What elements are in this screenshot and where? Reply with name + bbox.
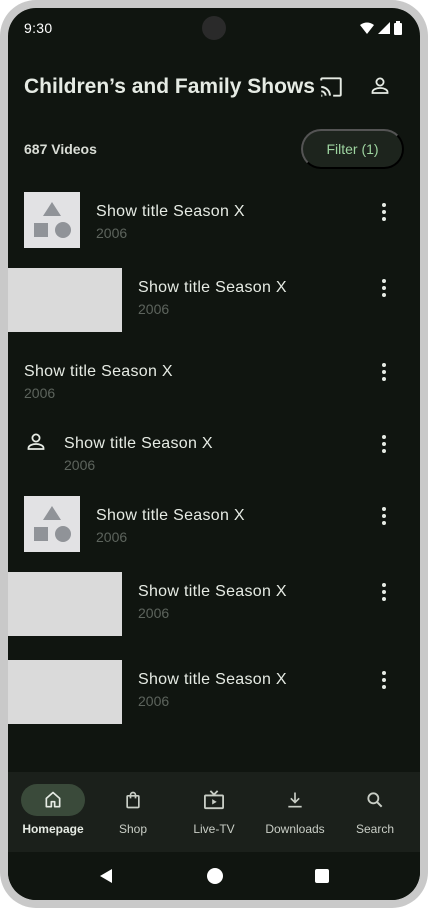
more-options-button[interactable] [374, 504, 394, 528]
list-item[interactable]: Show title Season X 2006 [8, 424, 420, 473]
status-bar: 9:30 [8, 8, 420, 48]
item-title: Show title Season X [138, 671, 287, 688]
wide-thumbnail [8, 572, 122, 636]
nav-label: Live-TV [193, 822, 235, 836]
shapes-thumbnail [24, 192, 80, 248]
download-icon [288, 792, 302, 808]
item-year: 2006 [24, 385, 56, 401]
nav-active-indicator [21, 784, 85, 816]
list-item[interactable]: Show title Season X 2006 [8, 268, 420, 332]
item-title: Show title Season X [96, 507, 245, 524]
more-options-button[interactable] [374, 200, 394, 224]
signal-icon [378, 22, 390, 34]
item-year: 2006 [138, 301, 170, 317]
nav-label: Shop [118, 822, 148, 836]
nav-label: Downloads [265, 822, 325, 836]
list-item[interactable]: Show title Season X 2006 [8, 192, 420, 248]
wifi-icon [360, 22, 374, 34]
screen: 9:30 Children’s and Family Shows 687 Vid… [8, 8, 420, 900]
item-title: Show title Season X [138, 279, 287, 296]
nav-item-homepage[interactable]: Homepage [12, 772, 94, 852]
nav-item-shop[interactable]: Shop [92, 772, 174, 852]
wide-thumbnail [8, 268, 122, 332]
account-icon [371, 77, 389, 94]
status-time: 9:30 [24, 20, 53, 36]
recents-square-icon[interactable] [315, 869, 329, 883]
nav-label: Homepage [22, 822, 84, 836]
system-navigation-bar [8, 852, 420, 900]
device-frame: 9:30 Children’s and Family Shows 687 Vid… [0, 0, 428, 908]
nav-item-live-tv[interactable]: Live-TV [173, 772, 255, 852]
camera-cutout [202, 16, 226, 40]
live-tv-icon [204, 790, 224, 810]
nav-label: Search [355, 822, 395, 836]
item-title: Show title Season X [138, 583, 287, 600]
cast-icon [320, 77, 342, 97]
list-item[interactable]: Show title Season X 2006 [8, 352, 420, 401]
home-circle-icon[interactable] [207, 868, 223, 884]
item-title: Show title Season X [64, 435, 213, 452]
more-options-button[interactable] [374, 580, 394, 604]
item-year: 2006 [96, 225, 128, 241]
item-title: Show title Season X [96, 203, 245, 220]
filter-button[interactable]: Filter (1) [301, 129, 404, 169]
shapes-placeholder-icon [34, 506, 71, 542]
top-app-bar: Children’s and Family Shows [8, 48, 420, 120]
status-icons [360, 21, 402, 35]
bottom-navigation: Homepage Shop Live-TV Downloads Search [8, 772, 420, 852]
item-year: 2006 [138, 693, 170, 709]
home-icon [45, 791, 61, 808]
wide-thumbnail [8, 660, 122, 724]
video-count: 687 Videos [24, 141, 97, 157]
item-year: 2006 [64, 457, 96, 473]
list-item[interactable]: Show title Season X 2006 [8, 572, 420, 636]
list-item[interactable]: Show title Season X 2006 [8, 496, 420, 552]
nav-item-downloads[interactable]: Downloads [254, 772, 336, 852]
shapes-placeholder-icon [34, 202, 71, 238]
item-year: 2006 [96, 529, 128, 545]
more-options-button[interactable] [374, 432, 394, 456]
account-button[interactable] [368, 74, 392, 98]
nav-item-search[interactable]: Search [334, 772, 416, 852]
person-icon [24, 430, 48, 454]
more-options-button[interactable] [374, 276, 394, 300]
shapes-thumbnail [24, 496, 80, 552]
page-title: Children’s and Family Shows [24, 75, 315, 98]
battery-icon [394, 21, 402, 35]
more-options-button[interactable] [374, 360, 394, 384]
shopping-bag-icon [126, 791, 140, 809]
item-year: 2006 [138, 605, 170, 621]
back-icon[interactable] [98, 868, 114, 884]
search-icon [367, 792, 383, 808]
item-title: Show title Season X [24, 363, 173, 380]
list-item[interactable]: Show title Season X 2006 [8, 660, 420, 724]
cast-button[interactable] [318, 74, 344, 100]
more-options-button[interactable] [374, 668, 394, 692]
